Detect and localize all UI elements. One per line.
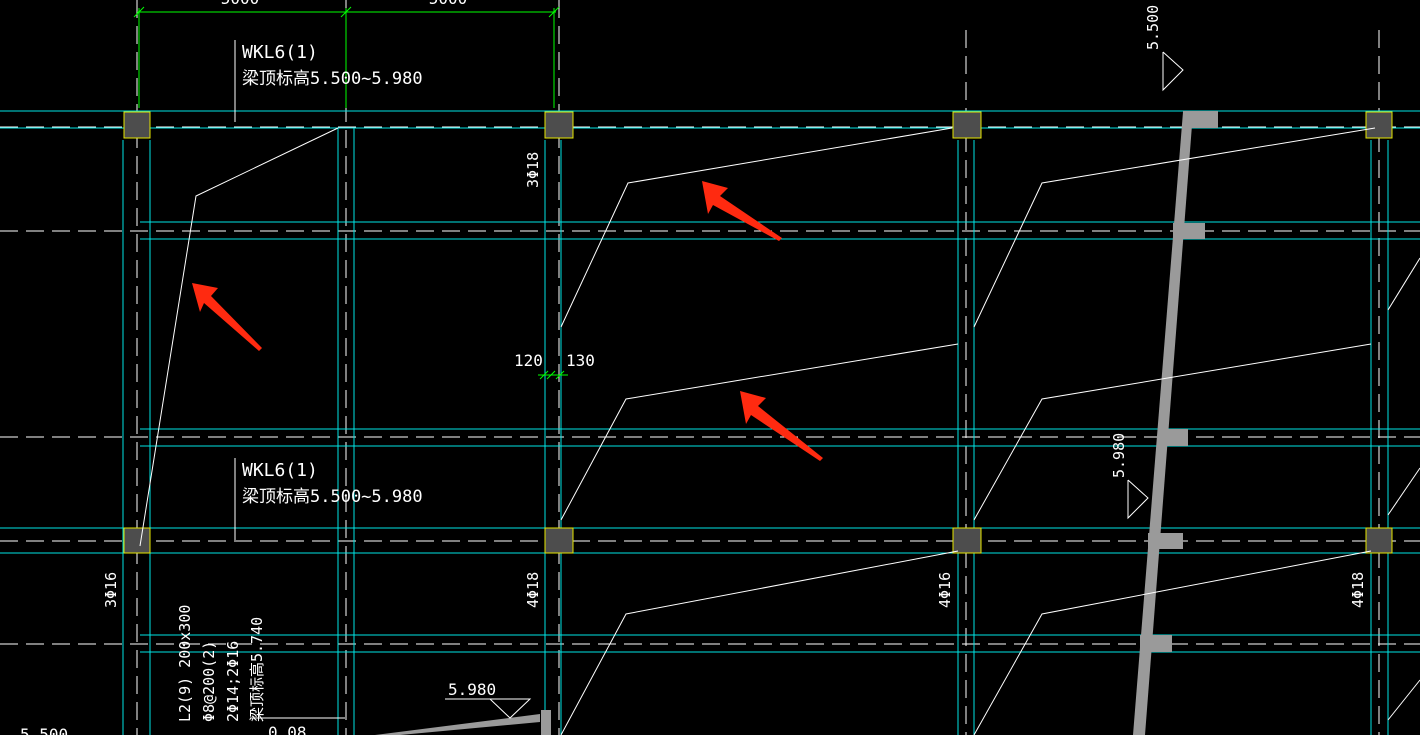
highlight-arrows xyxy=(192,181,823,461)
slope-lines xyxy=(139,40,1420,735)
beam-label-l2: L2(9) 200x300 xyxy=(176,605,194,722)
beam-stirrup-l2: Φ8@200(2) xyxy=(200,641,218,722)
elevation-mid-right: 5.980 xyxy=(1110,433,1128,478)
red-arrow-icon xyxy=(702,181,782,241)
rebar-label-col1-lower: 3Φ16 xyxy=(102,572,120,608)
beam-rebar-l2: 2Φ14;2Φ16 xyxy=(224,641,242,722)
column xyxy=(544,111,574,139)
column xyxy=(1365,527,1393,554)
column xyxy=(952,527,982,554)
column xyxy=(123,111,151,139)
sloped-stair-element xyxy=(375,111,1218,735)
rebar-label-col2-upper: 3Φ18 xyxy=(524,152,542,188)
red-arrow-icon xyxy=(740,391,823,461)
dimension-offset-right: 130 xyxy=(566,351,595,370)
axis-lines xyxy=(0,0,1420,735)
dimension-offset-left: 120 xyxy=(514,351,543,370)
beam-elev-wkl6-lower: 梁顶标高5.500~5.980 xyxy=(242,487,423,507)
dimension-span-1: 5000 xyxy=(221,0,260,8)
elevation-top-right: 5.500 xyxy=(1144,5,1162,50)
elevation-bottom-small: 0.08 xyxy=(268,723,307,735)
column xyxy=(952,111,982,139)
dimension-lines xyxy=(133,6,568,380)
beam-elev-wkl6-upper: 梁顶标高5.500~5.980 xyxy=(242,69,423,89)
dimension-span-2: 5000 xyxy=(429,0,468,8)
rebar-label-col2-lower: 4Φ18 xyxy=(524,572,542,608)
column xyxy=(544,527,574,554)
column xyxy=(123,527,151,554)
elevation-bottom-center: 5.980 xyxy=(448,680,496,699)
cad-drawing-canvas[interactable]: 5000 5000 WKL6(1) 梁顶标高5.500~5.980 WKL6(1… xyxy=(0,0,1420,735)
beam-label-wkl6-upper: WKL6(1) xyxy=(242,42,318,63)
rebar-label-col3-lower: 4Φ16 xyxy=(936,572,954,608)
beam-elev-l2: 梁顶标高5.740 xyxy=(248,617,266,722)
column xyxy=(1365,111,1393,139)
rebar-label-col4-lower: 4Φ18 xyxy=(1349,572,1367,608)
elevation-bottom-left: 5.500 xyxy=(20,725,68,735)
beam-label-wkl6-lower: WKL6(1) xyxy=(242,460,318,481)
red-arrow-icon xyxy=(192,283,262,351)
elevation-markers xyxy=(250,51,1184,719)
